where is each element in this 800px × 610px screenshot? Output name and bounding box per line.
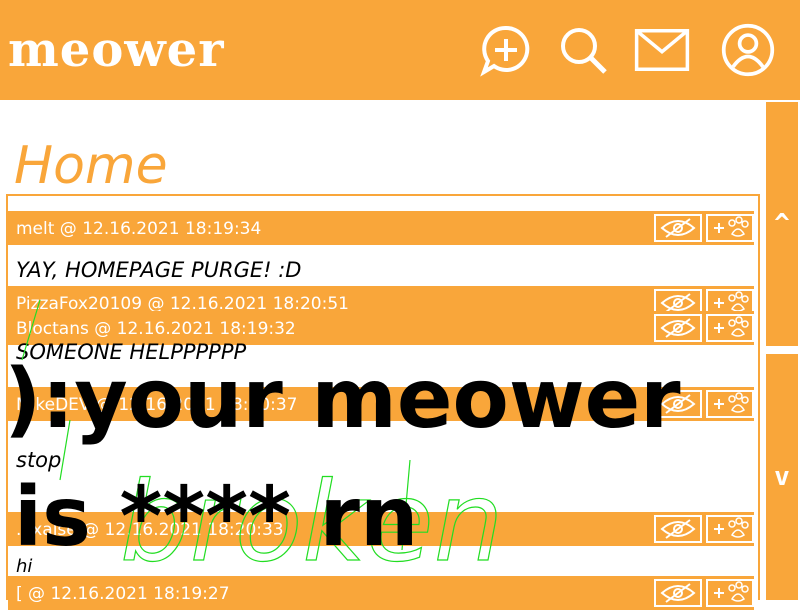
top-bar: meower	[0, 0, 800, 100]
meower-logo[interactable]: meower	[8, 22, 225, 78]
new-post-icon	[480, 25, 530, 77]
page-title: Home	[14, 136, 168, 196]
new-post-button[interactable]	[478, 22, 534, 78]
add-paw-icon	[714, 392, 749, 413]
overlay-text-line-2: is **** rn	[14, 470, 419, 565]
mail-icon	[634, 29, 690, 71]
reply-post-button[interactable]	[706, 214, 754, 242]
post-header: melt @ 12.16.2021 18:19:34	[8, 211, 754, 245]
inbox-button[interactable]	[634, 22, 690, 78]
post-header: [ @ 12.16.2021 18:19:27	[8, 576, 754, 610]
hide-post-button[interactable]	[654, 214, 702, 242]
eye-slash-icon	[660, 583, 696, 603]
post-body: stop	[16, 448, 62, 472]
eye-slash-icon	[660, 218, 696, 238]
add-paw-icon	[714, 581, 749, 602]
scroll-down-button[interactable]: v	[766, 354, 798, 600]
scroll-up-button[interactable]: ^	[766, 102, 798, 346]
add-paw-icon	[714, 316, 749, 337]
reply-post-button[interactable]	[706, 314, 754, 342]
profile-button[interactable]	[720, 22, 776, 78]
hide-post-button[interactable]	[654, 515, 702, 543]
post-author[interactable]: Bloctans @ 12.16.2021 18:19:32	[16, 319, 296, 339]
reply-post-button[interactable]	[706, 390, 754, 418]
search-button[interactable]	[555, 22, 611, 78]
reply-post-button[interactable]	[706, 515, 754, 543]
add-paw-icon	[714, 517, 749, 538]
eye-slash-icon	[660, 519, 696, 539]
reply-post-button[interactable]	[706, 579, 754, 607]
profile-icon	[721, 23, 775, 77]
post-body: YAY, HOMEPAGE PURGE! :D	[16, 258, 302, 282]
hide-post-button[interactable]	[654, 314, 702, 342]
post-author[interactable]: [ @ 12.16.2021 18:19:27	[16, 584, 230, 604]
add-paw-icon	[714, 216, 749, 237]
search-icon	[561, 28, 607, 74]
hide-post-button[interactable]	[654, 579, 702, 607]
eye-slash-icon	[660, 318, 696, 338]
post-author[interactable]: melt @ 12.16.2021 18:19:34	[16, 219, 261, 239]
overlay-text-line-1: ):your meower	[4, 352, 681, 447]
